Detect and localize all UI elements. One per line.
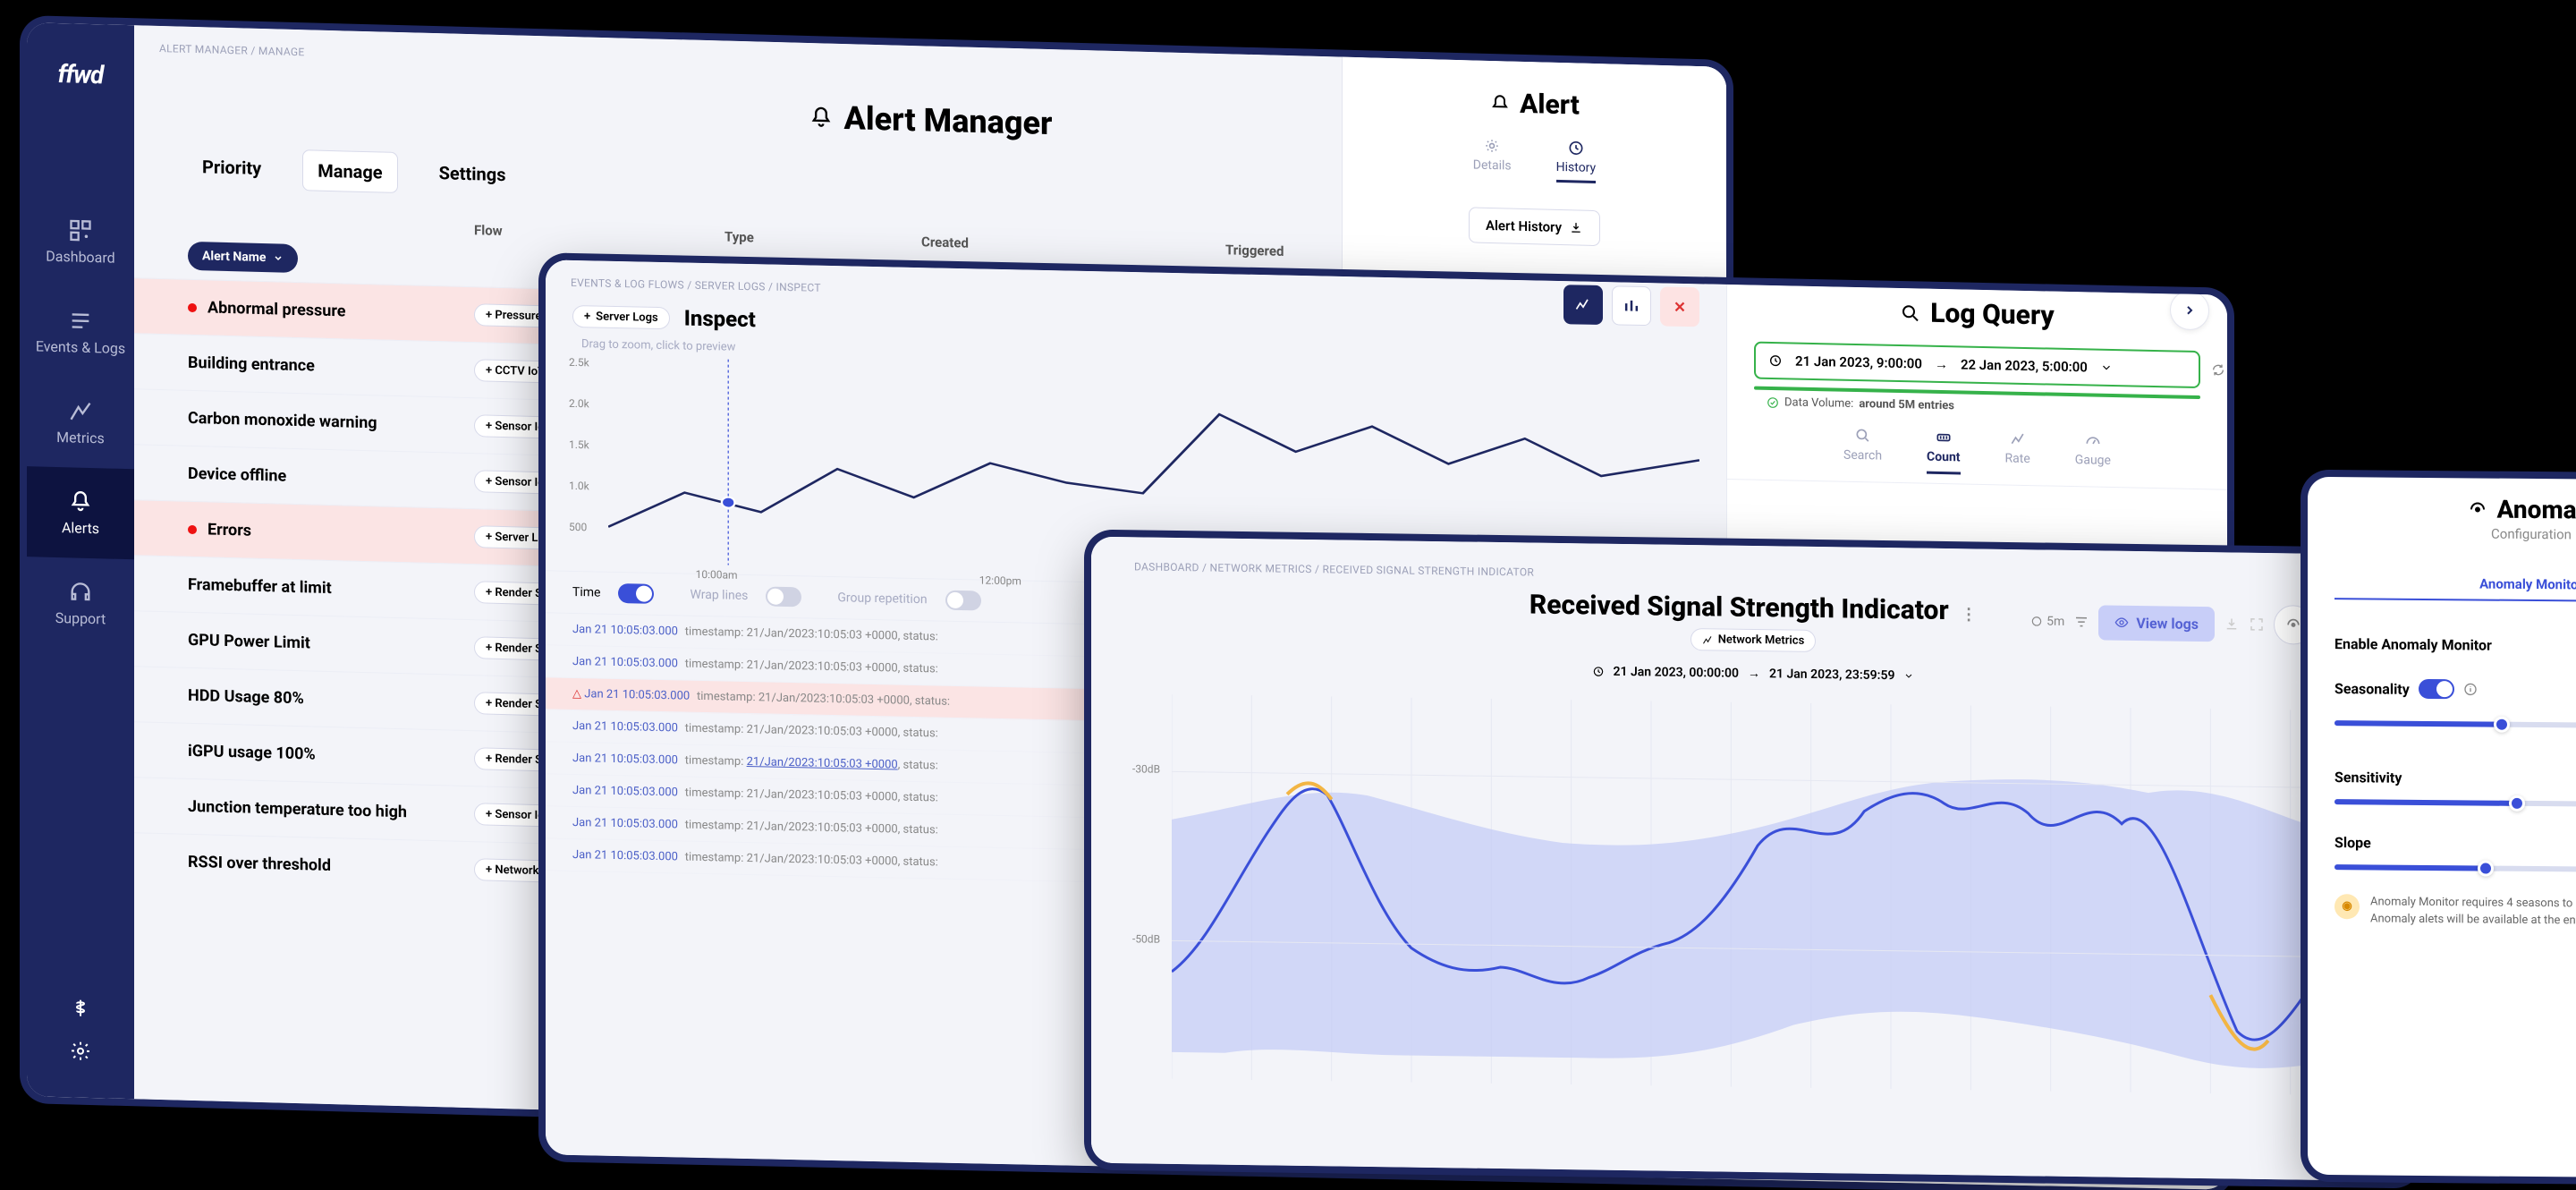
chevron-right-icon [2182, 303, 2197, 318]
anomaly-subtitle: Configuration [2334, 524, 2576, 544]
download-icon [1569, 220, 1583, 234]
view-logs-button[interactable]: View logs [2098, 605, 2215, 642]
anomaly-monitor-tab[interactable]: Anomaly Monitor [2334, 558, 2576, 603]
line-chart-mode-button[interactable] [1563, 285, 1603, 325]
close-button[interactable] [1660, 286, 1699, 327]
seasonality-label: Seasonality [2334, 680, 2410, 698]
alert-history-button[interactable]: Alert History [1469, 207, 1600, 246]
zoom-label[interactable]: 5m [2030, 614, 2064, 629]
sidebar-item-alerts[interactable]: Alerts [27, 466, 134, 559]
sidebar-item-label: Dashboard [46, 248, 114, 267]
tab-count[interactable]: Count [1927, 429, 1961, 475]
network-metrics-chip[interactable]: Network Metrics [1690, 628, 1817, 652]
seasonality-toggle[interactable] [2419, 679, 2454, 699]
tab-rate[interactable]: Rate [2005, 429, 2030, 476]
chevron-down-icon [2100, 361, 2113, 374]
tab-search[interactable]: Search [1843, 427, 1882, 473]
bar-chart-icon [1623, 297, 1640, 315]
dashboard-icon [68, 217, 93, 243]
line-chart-icon [1574, 295, 1592, 313]
tab-priority[interactable]: Priority [188, 147, 275, 191]
drawer-tab-details[interactable]: Details [1473, 136, 1512, 181]
slope-label: Slope [2334, 834, 2371, 851]
search-icon [1900, 302, 1921, 325]
sidebar-item-label: Alerts [62, 519, 99, 537]
sidebar-item-label: Support [55, 609, 106, 627]
date-range[interactable]: 21 Jan 2023, 00:00:00 → 21 Jan 2023, 23:… [1109, 651, 2397, 702]
chevron-down-icon [273, 252, 284, 263]
eye-icon [2114, 616, 2129, 630]
wrap-lines-toggle[interactable] [766, 586, 801, 607]
sidebar-item-label: Events & Logs [36, 337, 125, 357]
wrap-toggle-label: Wrap lines [690, 588, 748, 603]
tab-manage[interactable]: Manage [302, 149, 397, 193]
sensitivity-label: Sensitivity [2334, 769, 2402, 786]
bell-icon [68, 489, 93, 514]
tab-gauge[interactable]: Gauge [2075, 431, 2111, 478]
chevron-down-icon [1903, 670, 1914, 681]
gear-icon [1483, 137, 1501, 156]
rate-icon [2009, 430, 2027, 448]
date-range-picker[interactable]: 21 Jan 2023, 9:00:00 → 22 Jan 2023, 5:00… [1754, 342, 2200, 388]
bell-icon [1489, 92, 1511, 115]
anomaly-title: Anomaly [2334, 493, 2576, 526]
clock-icon [1567, 139, 1585, 157]
time-toggle[interactable] [618, 583, 654, 604]
logs-icon [68, 308, 93, 334]
refresh-icon[interactable] [2211, 362, 2225, 377]
advanced-toggle[interactable]: ADVANCED [2334, 732, 2576, 760]
anomaly-icon [2467, 498, 2488, 520]
anomaly-icon [2284, 616, 2302, 633]
check-circle-icon [1767, 395, 1779, 408]
headset-icon [68, 579, 93, 605]
sidebar-item-support[interactable]: Support [27, 557, 134, 650]
log-query-title: Log Query [1900, 297, 2054, 332]
download-icon[interactable] [2224, 616, 2240, 632]
maximize-icon[interactable] [2249, 616, 2265, 633]
search-icon [1854, 427, 1872, 445]
gauge-icon [2084, 431, 2102, 449]
clock-icon [2030, 615, 2043, 627]
bar-chart-mode-button[interactable] [1612, 285, 1651, 326]
anomaly-info: ◉ Anomaly Monitor requires 4 seasons to … [2334, 894, 2576, 931]
enable-label: Enable Anomaly Monitor [2334, 635, 2492, 654]
metrics-icon [1702, 634, 1713, 645]
server-logs-chip[interactable]: + Server Logs [572, 304, 670, 328]
brand-logo: ffwd [58, 59, 104, 89]
info-icon[interactable] [2463, 682, 2478, 696]
drawer-tab-history[interactable]: History [1556, 139, 1597, 183]
rssi-chart[interactable]: -30dB -50dB [1172, 694, 2370, 1096]
close-icon [1672, 299, 1688, 315]
sidebar-item-events-logs[interactable]: Events & Logs [27, 285, 134, 378]
anomaly-config-panel: Anomaly Configuration Anomaly Monitor En… [2308, 477, 2576, 1178]
info-icon: ◉ [2334, 894, 2360, 919]
time-toggle-label: Time [572, 585, 600, 600]
sidebar: ffwd Dashboard Events & Logs Metrics Ale… [27, 22, 134, 1099]
sensitivity-slider[interactable] [2334, 799, 2576, 807]
rssi-window: ✕ DASHBOARDNETWORK METRICSRECEIVED SIGNA… [1091, 537, 2415, 1182]
sidebar-item-dashboard[interactable]: Dashboard [27, 195, 134, 288]
tab-settings[interactable]: Settings [425, 153, 521, 197]
bell-icon [809, 105, 834, 131]
clock-icon [1768, 353, 1783, 368]
dollar-icon[interactable] [70, 997, 91, 1019]
alert-name-chip[interactable]: Alert Name [188, 242, 298, 273]
sidebar-item-label: Metrics [56, 429, 105, 446]
group-toggle-label: Group repetition [837, 591, 927, 607]
clock-icon [1592, 665, 1605, 677]
drawer-title: Alert [1369, 84, 1699, 124]
metrics-icon [68, 398, 93, 424]
sidebar-item-metrics[interactable]: Metrics [27, 376, 134, 469]
gear-icon[interactable] [70, 1040, 91, 1062]
slope-slider[interactable] [2334, 864, 2576, 872]
counter-icon [1935, 429, 1953, 446]
filter-icon[interactable] [2073, 614, 2089, 630]
page-title: Alert Manager [809, 98, 1053, 142]
group-repetition-toggle[interactable] [945, 591, 981, 611]
seasonality-slider[interactable] [2334, 720, 2576, 728]
forward-arrow-button[interactable] [2170, 290, 2209, 330]
inspect-title: Inspect [684, 306, 756, 333]
